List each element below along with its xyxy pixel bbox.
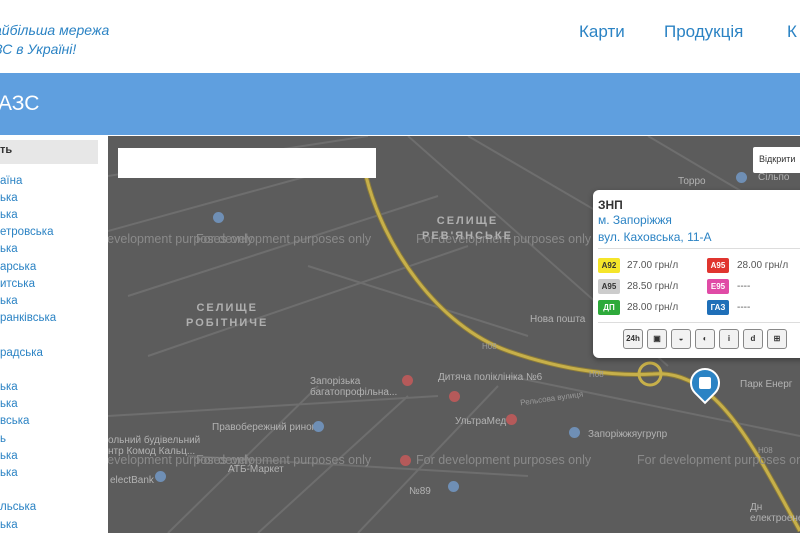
fuel-price: 28.00 грн/л [627,302,679,313]
station-popup: ЗНП м. Запоріжжя вул. Каховська, 11-А A9… [593,190,800,358]
gallery-icon: ⊞ [767,329,787,349]
poi-label: Нова пошта [530,314,586,325]
fuel-badge-a95-premium: A95 [598,279,620,294]
region-sidebar: ть аїна ька ька етровська ька арська итс… [0,136,108,533]
region-item[interactable]: ька [0,519,18,531]
map-marker-icon[interactable] [736,172,747,183]
road-label: Н08 [758,446,773,455]
region-item[interactable]: ька [0,209,18,221]
poi-label: Сільпо [758,172,790,183]
nav-maps[interactable]: Карти [579,22,625,42]
map-search-input[interactable] [118,148,376,178]
poi-label: Дн електроенерге... [750,502,800,524]
nav-contacts[interactable]: К [787,22,797,42]
road-label: Н08 [482,342,497,351]
region-item[interactable]: итська [0,278,35,290]
fuel-pump-icon [699,377,711,389]
road-label: Н08 [589,370,604,379]
fuel-badge-diesel: ДП [598,300,620,315]
poi-label: Запорізька багатопрофільна... [310,376,398,398]
poi-label: Торро [678,176,706,187]
region-item[interactable]: ька [0,243,18,255]
region-item[interactable]: ька [0,398,18,410]
poi-label: Запоріжжяугрупр [588,429,668,440]
station-name: ЗНП [598,198,623,212]
map-marker-icon[interactable] [155,471,166,482]
poi-label: АТБ-Маркет [228,464,284,475]
region-item[interactable]: льська [0,501,36,513]
poi-label: УльтраМед [455,416,507,427]
divider [598,248,800,249]
map-view[interactable]: For development purposes only For develo… [108,136,800,533]
fuel-price: 28.50 грн/л [627,281,679,292]
fuel-price: ---- [737,281,751,292]
map-marker-icon[interactable] [569,427,580,438]
info-icon: i [719,329,739,349]
dev-watermark: For development purposes only [637,453,800,467]
station-address[interactable]: вул. Каховська, 11-А [598,230,712,244]
map-marker-icon[interactable] [402,375,413,386]
24h-icon: 24h [623,329,643,349]
dev-watermark: For development purposes only [416,453,592,467]
region-item[interactable]: ь [0,433,6,445]
dev-watermark: For development purposes only [196,232,372,246]
slogan: айбільша мережа ЗС в Україні! [0,21,109,59]
map-marker-icon[interactable] [448,481,459,492]
poi-label: electBank [110,475,154,486]
region-item[interactable]: ька [0,450,18,462]
poi-label: Парк Енерг [740,379,793,390]
region-list-header: ть [0,140,98,164]
region-item[interactable]: ранківська [0,312,56,324]
region-item[interactable]: аїна [0,175,22,187]
car-wash-icon: ▣ [647,329,667,349]
map-marker-icon[interactable] [400,455,411,466]
slogan-line-2: ЗС в Україні! [0,41,77,57]
fuel-badge-e95: E95 [707,279,729,294]
fuel-badge-gas: ГАЗ [707,300,729,315]
station-city[interactable]: м. Запоріжжя [598,213,672,227]
map-marker-icon[interactable] [506,414,517,425]
region-item[interactable]: радська [0,347,43,359]
region-item[interactable]: ька [0,192,18,204]
region-item[interactable]: ька [0,467,18,479]
page-title: АЗС [0,92,40,115]
oil-icon: ◒ [671,329,691,349]
open-map-button[interactable]: Відкрити [753,147,800,173]
district-label: СЕЛИЩЕ РОБІТНИЧЕ [186,302,269,329]
fuel-price: 27.00 грн/л [627,260,679,271]
poi-label: Дитяча поліклініка №6 [438,372,543,383]
district-label: СЕЛИЩЕ РЕВ'ЯНСЬКЕ [422,215,513,242]
site-header: айбільша мережа ЗС в Україні! Карти Прод… [0,0,800,73]
title-bar: АЗС [0,73,800,135]
poi-label: №89 [409,486,431,497]
map-marker-icon[interactable] [449,391,460,402]
fuel-price: 28.00 грн/л [737,260,789,271]
shop-icon: d [743,329,763,349]
map-marker-icon[interactable] [213,212,224,223]
poi-label: Правобережний ринок [212,422,317,433]
divider [598,322,800,323]
poi-label: ольний будівельний нтр Комод Кальц... [108,435,201,457]
region-item[interactable]: вська [0,415,29,427]
region-item[interactable]: етровська [0,226,53,238]
map-marker-icon[interactable] [313,421,324,432]
region-item[interactable]: ька [0,381,18,393]
region-item[interactable]: ька [0,295,18,307]
region-item[interactable]: арська [0,261,36,273]
tire-icon: ◐ [695,329,715,349]
fuel-badge-a95: A95 [707,258,729,273]
fuel-badge-a92: A92 [598,258,620,273]
fuel-price: ---- [737,302,751,313]
nav-products[interactable]: Продукція [664,22,743,42]
slogan-line-1: айбільша мережа [0,22,110,38]
